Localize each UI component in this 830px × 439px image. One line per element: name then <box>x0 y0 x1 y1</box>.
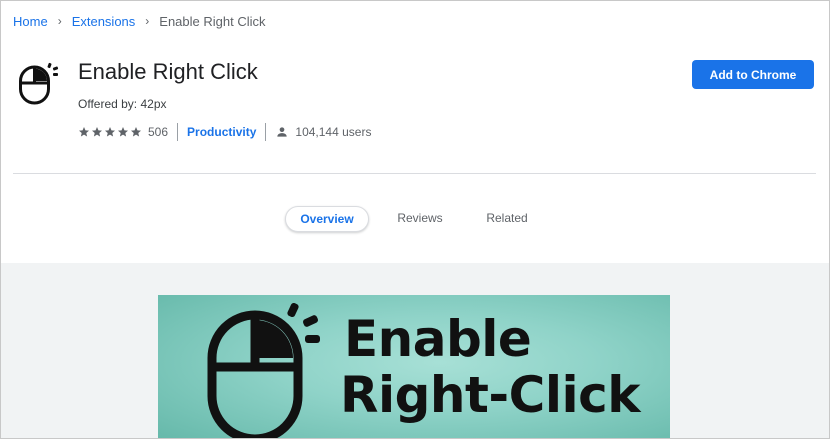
extension-meta: 506 Productivity 104,144 users <box>78 123 371 141</box>
star-icon <box>79 127 89 137</box>
promo-screenshot[interactable]: Enable Right-Click <box>158 295 670 438</box>
detail-tabs: Overview Reviews Related <box>1 206 829 232</box>
person-icon <box>277 127 288 137</box>
offered-by: Offered by: 42px <box>78 97 167 111</box>
breadcrumb-extensions-link[interactable]: Extensions <box>72 14 136 29</box>
mouse-icon <box>18 61 60 105</box>
promo-line-1: Enable <box>344 310 532 368</box>
meta-divider <box>177 123 179 141</box>
star-icon <box>92 127 102 137</box>
mouse-icon <box>206 302 324 438</box>
extension-title: Enable Right Click <box>78 59 258 84</box>
star-icon <box>105 127 115 137</box>
star-icon <box>131 127 141 137</box>
chevron-right-icon: › <box>57 14 62 28</box>
add-to-chrome-button[interactable]: Add to Chrome <box>692 60 814 89</box>
promo-text: Enable Right-Click <box>340 310 641 424</box>
breadcrumb-home-link[interactable]: Home <box>13 14 48 29</box>
breadcrumb-current: Enable Right Click <box>159 13 266 29</box>
category-link[interactable]: Productivity <box>187 125 256 139</box>
rating-count[interactable]: 506 <box>148 125 168 139</box>
tab-reviews[interactable]: Reviews <box>389 206 451 230</box>
tab-related[interactable]: Related <box>478 206 536 230</box>
header-divider <box>13 173 816 174</box>
chevron-right-icon: › <box>145 14 150 28</box>
screenshot-gallery: Enable Right-Click <box>1 263 829 438</box>
star-icon <box>118 127 128 137</box>
breadcrumb: Home › Extensions › Enable Right Click <box>13 13 266 29</box>
rating-stars[interactable] <box>78 126 142 138</box>
extension-page: Home › Extensions › Enable Right Click E… <box>0 0 830 439</box>
meta-divider <box>265 123 267 141</box>
users-count: 104,144 users <box>295 125 372 139</box>
tab-overview[interactable]: Overview <box>285 206 369 232</box>
promo-line-2: Right-Click <box>340 366 641 424</box>
